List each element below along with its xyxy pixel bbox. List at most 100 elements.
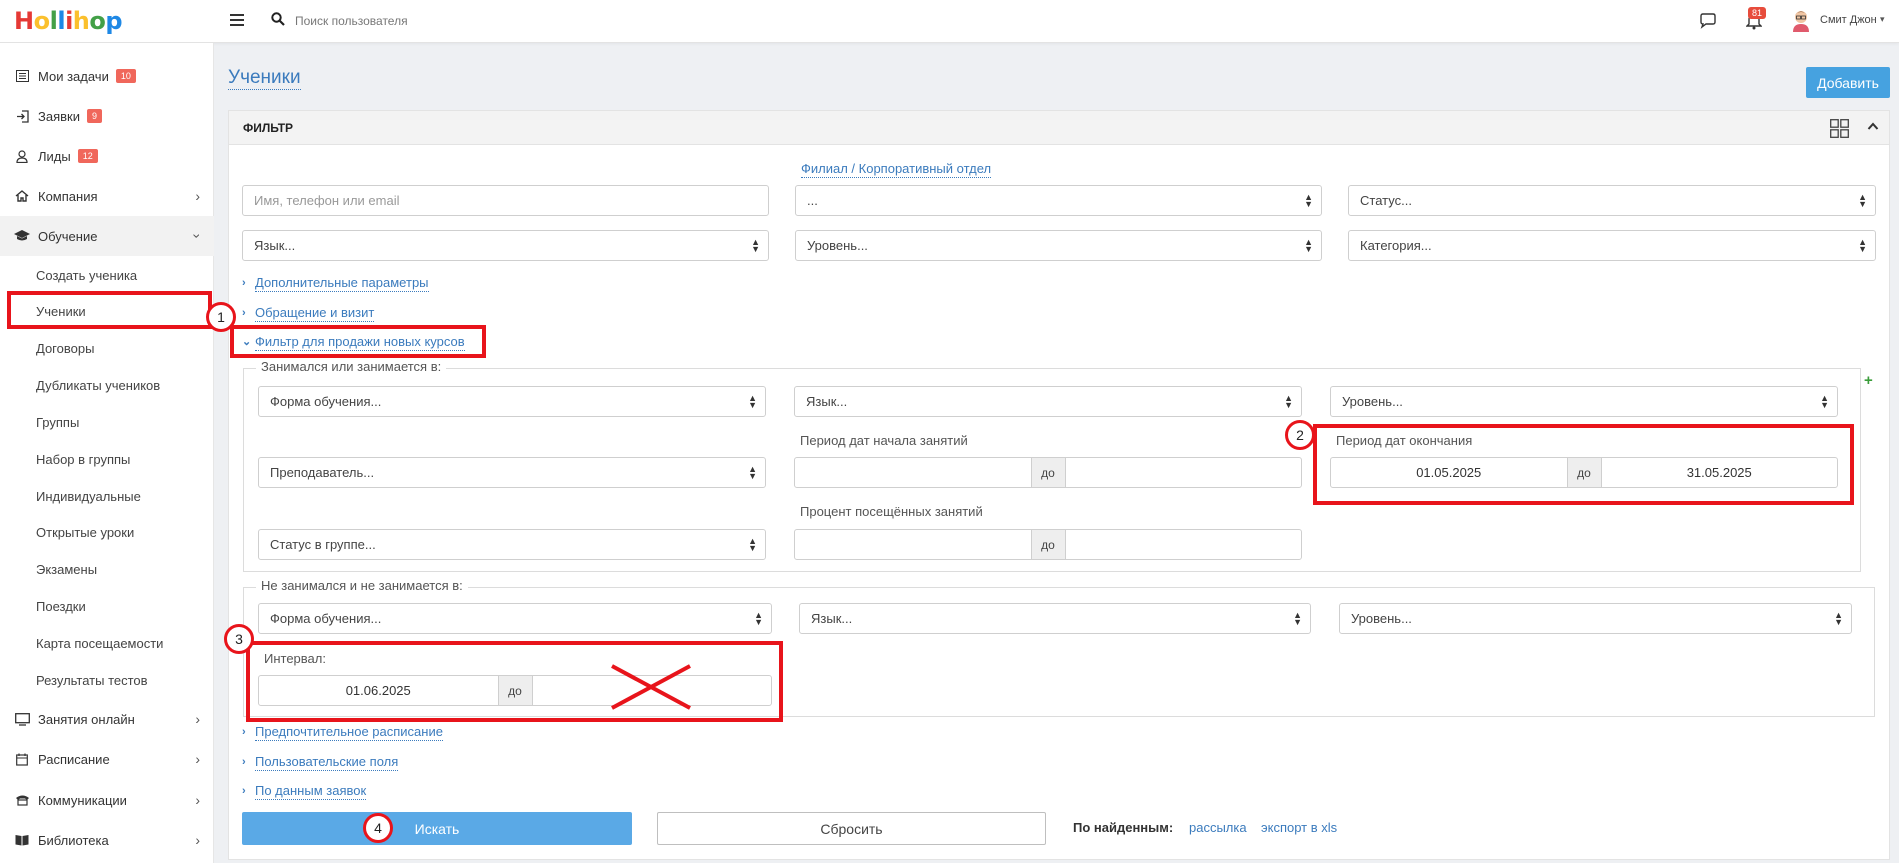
search-button[interactable]: Искать xyxy=(242,812,632,845)
sidebar-sub-contracts[interactable]: Договоры xyxy=(36,341,94,356)
chevron-up-icon[interactable] xyxy=(1867,121,1879,131)
chevron-right-icon: › xyxy=(195,711,200,727)
sidebar-sub-test-results[interactable]: Результаты тестов xyxy=(36,673,148,688)
not-studied-level-select[interactable]: Уровень... ▲ ▼ xyxy=(1339,603,1852,634)
sidebar-sub-open-lessons[interactable]: Открытые уроки xyxy=(36,525,134,540)
level-select[interactable]: Уровень... ▲ ▼ xyxy=(795,230,1322,261)
filter-header: ФИЛЬТР xyxy=(229,111,1889,145)
sort-icon: ▲ ▼ xyxy=(1834,610,1843,627)
annotation-marker: 3 xyxy=(224,624,254,654)
select-value: Язык... xyxy=(806,394,848,409)
preferred-schedule-link[interactable]: Предпочтительное расписание xyxy=(255,724,443,741)
not-studied-form-select[interactable]: Форма обучения... ▲ ▼ xyxy=(258,603,772,634)
sidebar-sub-exams[interactable]: Экзамены xyxy=(36,562,97,577)
appeal-visit-link[interactable]: Обращение и визит xyxy=(255,305,375,322)
sidebar-item-label: Библиотека xyxy=(38,832,109,848)
name-phone-email-field[interactable]: Имя, телефон или email xyxy=(242,185,769,216)
start-period-range[interactable]: до xyxy=(794,457,1302,488)
sidebar-item-label: Обучение xyxy=(38,228,98,244)
sidebar-sub-individual[interactable]: Индивидуальные xyxy=(36,489,141,504)
sort-icon: ▲ ▼ xyxy=(751,237,760,254)
sort-icon: ▲ ▼ xyxy=(748,464,757,481)
sidebar-item-education[interactable]: Обучение › xyxy=(0,216,214,256)
sidebar-sub-create-student[interactable]: Создать ученика xyxy=(36,268,137,283)
select-value: Язык... xyxy=(254,238,296,253)
sidebar-item-company[interactable]: Компания › xyxy=(0,176,214,216)
sidebar-sub-group-recruitment[interactable]: Набор в группы xyxy=(36,452,130,467)
export-xls-link[interactable]: экспорт в xls xyxy=(1261,820,1337,835)
chat-icon[interactable] xyxy=(1699,13,1717,29)
teacher-select[interactable]: Преподаватель... ▲ ▼ xyxy=(258,457,766,488)
sort-icon: ▲ ▼ xyxy=(1304,192,1313,209)
status-select[interactable]: Статус... ▲ ▼ xyxy=(1348,185,1876,216)
menu-toggle-icon[interactable] xyxy=(230,14,244,26)
studied-form-select[interactable]: Форма обучения... ▲ ▼ xyxy=(258,386,766,417)
logo-letter: i xyxy=(65,7,73,35)
start-from-input[interactable] xyxy=(795,458,1031,487)
cross-mark-icon xyxy=(611,664,691,710)
sidebar-sub-attendance-map[interactable]: Карта посещаемости xyxy=(36,636,163,651)
branch-link[interactable]: Филиал / Корпоративный отдел xyxy=(801,161,992,178)
sort-icon: ▲ ▼ xyxy=(754,610,763,627)
user-name[interactable]: Смит Джон xyxy=(1820,14,1877,26)
by-requests-link[interactable]: По данным заявок xyxy=(255,783,367,800)
sidebar-item-online-lessons[interactable]: Занятия онлайн › xyxy=(0,699,214,739)
chevron-right-icon: › xyxy=(242,277,246,289)
chevron-down-icon: › xyxy=(189,233,206,239)
add-button[interactable]: Добавить xyxy=(1806,67,1890,98)
attendance-range[interactable]: до xyxy=(794,529,1302,560)
attendance-to-input[interactable] xyxy=(1066,530,1302,559)
sidebar-item-leads[interactable]: Лиды 12 xyxy=(0,136,214,176)
chevron-right-icon: › xyxy=(195,188,200,204)
reset-button[interactable]: Сбросить xyxy=(657,812,1046,845)
monitor-icon xyxy=(14,712,30,726)
not-studied-group-title: Не занимался и не занимается в: xyxy=(256,578,468,593)
sidebar-item-communications[interactable]: Коммуникации › xyxy=(0,780,214,820)
user-search-input[interactable] xyxy=(295,11,595,31)
range-separator: до xyxy=(1030,458,1066,487)
not-studied-language-select[interactable]: Язык... ▲ ▼ xyxy=(799,603,1311,634)
user-fields-link[interactable]: Пользовательские поля xyxy=(255,754,399,771)
mailing-link[interactable]: рассылка xyxy=(1189,820,1247,835)
page-title: Ученики xyxy=(228,67,301,90)
grid-icon[interactable] xyxy=(1830,119,1849,138)
category-select[interactable]: Категория... ▲ ▼ xyxy=(1348,230,1876,261)
search-icon xyxy=(271,12,285,26)
group-status-select[interactable]: Статус в группе... ▲ ▼ xyxy=(258,529,766,560)
user-icon xyxy=(14,149,30,163)
start-to-input[interactable] xyxy=(1066,458,1302,487)
sidebar-sub-student-duplicates[interactable]: Дубликаты учеников xyxy=(36,378,160,393)
sidebar-item-schedule[interactable]: Расписание › xyxy=(0,739,214,779)
annotation-marker: 2 xyxy=(1285,420,1315,450)
extra-params-link[interactable]: Дополнительные параметры xyxy=(255,275,429,292)
language-select[interactable]: Язык... ▲ ▼ xyxy=(242,230,769,261)
range-separator: до xyxy=(1030,530,1066,559)
avatar[interactable] xyxy=(1790,8,1812,32)
studied-level-select[interactable]: Уровень... ▲ ▼ xyxy=(1330,386,1838,417)
caret-down-icon[interactable]: ▾ xyxy=(1880,14,1885,25)
sidebar-item-label: Заявки xyxy=(38,108,80,124)
studied-group-title: Занимался или занимается в: xyxy=(256,359,447,374)
chevron-right-icon: › xyxy=(195,832,200,848)
sort-icon: ▲ ▼ xyxy=(1820,393,1829,410)
plus-icon[interactable]: + xyxy=(1864,372,1873,389)
sort-icon: ▲ ▼ xyxy=(748,536,757,553)
sidebar-item-library[interactable]: Библиотека › xyxy=(0,820,214,860)
logo-letter: H xyxy=(14,7,34,35)
select-value: Статус в группе... xyxy=(270,537,376,552)
studied-language-select[interactable]: Язык... ▲ ▼ xyxy=(794,386,1302,417)
sidebar-item-my-tasks[interactable]: Мои задачи 10 xyxy=(0,56,214,96)
annotation-highlight-end-period xyxy=(1313,424,1854,505)
sidebar-item-label: Компания xyxy=(38,188,98,204)
attendance-from-input[interactable] xyxy=(795,530,1031,559)
select-value: Категория... xyxy=(1360,238,1432,253)
sidebar-item-label: Расписание xyxy=(38,751,110,767)
count-badge: 9 xyxy=(86,109,102,123)
branch-select[interactable]: ... ▲ ▼ xyxy=(795,185,1322,216)
phone-icon xyxy=(14,794,30,806)
sidebar-item-requests[interactable]: Заявки 9 xyxy=(0,96,214,136)
hollihop-logo[interactable]: Hollihop xyxy=(14,7,123,35)
sidebar-sub-groups[interactable]: Группы xyxy=(36,415,79,430)
sort-icon: ▲ ▼ xyxy=(1858,237,1867,254)
sidebar-sub-trips[interactable]: Поездки xyxy=(36,599,86,614)
